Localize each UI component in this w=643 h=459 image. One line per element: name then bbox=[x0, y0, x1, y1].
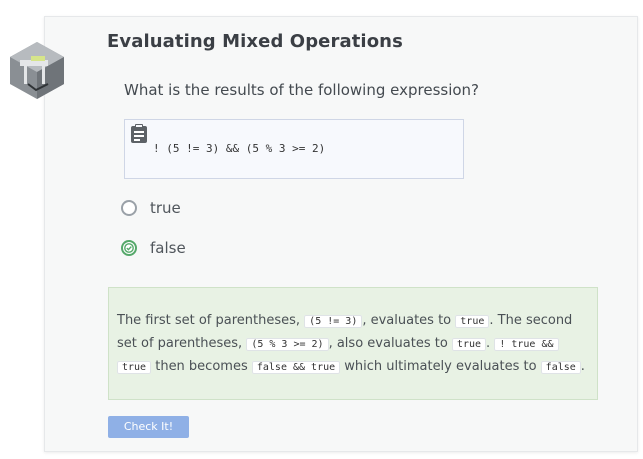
feedback-text: . bbox=[580, 359, 585, 374]
inline-code: false && true bbox=[251, 361, 341, 374]
inline-code: (5 % 3 >= 2) bbox=[246, 338, 329, 351]
check-it-button[interactable]: Check It! bbox=[108, 416, 189, 438]
feedback-text: , evaluates to bbox=[362, 313, 456, 328]
clipboard-icon[interactable] bbox=[130, 124, 148, 144]
feedback-text: which ultimately evaluates to bbox=[340, 359, 541, 374]
codio-bench-logo-icon bbox=[10, 42, 64, 99]
feedback-text: set of parentheses, bbox=[117, 336, 247, 351]
inline-code: (5 != 3) bbox=[304, 315, 363, 328]
inline-code: true bbox=[455, 315, 490, 328]
feedback-text: . The second bbox=[489, 313, 573, 328]
feedback-text: then becomes bbox=[151, 359, 252, 374]
page-title: Evaluating Mixed Operations bbox=[107, 31, 403, 52]
question-text: What is the results of the following exp… bbox=[124, 81, 480, 99]
option-false[interactable]: false bbox=[121, 237, 186, 259]
feedback-text: The first set of parentheses, bbox=[117, 313, 305, 328]
inline-code: true bbox=[451, 338, 487, 351]
feedback-panel: The first set of parentheses, (5 != 3), … bbox=[108, 287, 598, 400]
feedback-line: set of parentheses, (5 % 3 >= 2), also e… bbox=[117, 333, 589, 356]
code-block: ! (5 != 3) && (5 % 3 >= 2) bbox=[124, 119, 464, 179]
radio-unchecked-icon[interactable] bbox=[121, 200, 137, 216]
feedback-line: true then becomes false && true which ul… bbox=[117, 356, 589, 379]
feedback-text: , also evaluates to bbox=[328, 336, 452, 351]
option-label: false bbox=[150, 239, 186, 257]
code-expression: ! (5 != 3) && (5 % 3 >= 2) bbox=[153, 142, 326, 155]
feedback-line: The first set of parentheses, (5 != 3), … bbox=[117, 310, 589, 333]
radio-checked-icon[interactable] bbox=[121, 240, 137, 256]
inline-code: ! true && bbox=[494, 338, 559, 351]
option-label: true bbox=[150, 199, 181, 217]
inline-code: true bbox=[117, 361, 152, 374]
inline-code: false bbox=[540, 361, 581, 374]
option-true[interactable]: true bbox=[121, 197, 181, 219]
